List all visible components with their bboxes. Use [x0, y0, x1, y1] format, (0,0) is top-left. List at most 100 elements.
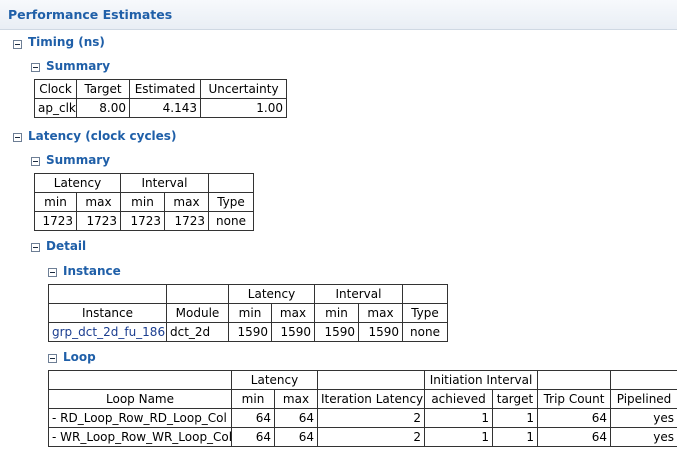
table-cell: 64 [537, 408, 612, 428]
table-group-header-row: Latency Interval [48, 284, 448, 304]
col-header: Target [76, 79, 130, 99]
collapse-timing-summary-icon[interactable] [31, 63, 40, 72]
empty-cell [537, 370, 612, 390]
table-cell: 4.143 [129, 98, 201, 118]
col-header: Clock [34, 79, 77, 99]
empty-cell [166, 284, 229, 304]
group-header: Latency [231, 370, 318, 390]
col-header: max [76, 192, 121, 212]
table-cell: 1590 [314, 322, 359, 342]
timing-summary-title: Summary [46, 59, 111, 73]
table-row: - WR_Loop_Row_WR_Loop_Col 64 64 2 1 1 64… [48, 427, 677, 447]
col-header: min [314, 303, 359, 323]
col-header: target [491, 389, 539, 409]
table-cell: 1723 [164, 211, 209, 231]
table-cell: 1590 [271, 322, 315, 342]
table-cell: 1 [491, 427, 539, 447]
table-cell: none [402, 322, 448, 342]
table-cell: 1590 [358, 322, 403, 342]
latency-summary-table: Latency Interval min max min max Type 17… [34, 173, 254, 231]
loop-title: Loop [63, 350, 96, 364]
col-header: Module [166, 303, 229, 323]
table-header-row: Clock Target Estimated Uncertainty [34, 79, 287, 99]
latency-section-title: Latency (clock cycles) [28, 129, 177, 143]
table-header-row: Loop Name min max Iteration Latency achi… [48, 389, 677, 409]
timing-summary-table: Clock Target Estimated Uncertainty ap_cl… [34, 79, 287, 118]
group-header: Latency [228, 284, 315, 304]
collapse-timing-icon[interactable] [13, 40, 22, 49]
table-row: 1723 1723 1723 1723 none [34, 211, 254, 231]
col-header: Instance [48, 303, 167, 323]
table-cell: 64 [537, 427, 612, 447]
collapse-loop-icon[interactable] [48, 354, 57, 363]
table-header-row: Instance Module min max min max Type [48, 303, 448, 323]
col-header: Trip Count [537, 389, 612, 409]
table-group-header-row: Latency Initiation Interval [48, 370, 677, 390]
latency-summary-title: Summary [46, 153, 111, 167]
table-cell: 2 [317, 427, 425, 447]
table-cell: 64 [231, 427, 275, 447]
table-cell: 1 [424, 427, 493, 447]
table-cell: 2 [317, 408, 425, 428]
empty-cell [48, 370, 232, 390]
col-header: Uncertainty [200, 79, 287, 99]
table-row: grp_dct_2d_fu_186 dct_2d 1590 1590 1590 … [48, 322, 448, 342]
table-cell: dct_2d [166, 322, 229, 342]
table-cell: none [208, 211, 254, 231]
table-row: ap_clk 8.00 4.143 1.00 [34, 98, 287, 118]
table-cell: 64 [274, 408, 318, 428]
collapse-latency-icon[interactable] [13, 133, 22, 142]
table-group-header-row: Latency Interval [34, 173, 254, 193]
instance-title: Instance [63, 264, 121, 278]
col-header: Pipelined [610, 389, 677, 409]
collapse-instance-icon[interactable] [48, 268, 57, 277]
col-header: max [274, 389, 318, 409]
table-cell: 1723 [120, 211, 165, 231]
table-cell: 1723 [76, 211, 121, 231]
empty-cell [208, 173, 254, 193]
empty-cell [48, 284, 167, 304]
col-header: Type [402, 303, 448, 323]
col-header: min [34, 192, 77, 212]
col-header: max [271, 303, 315, 323]
table-cell: 8.00 [76, 98, 130, 118]
timing-section-title: Timing (ns) [28, 35, 105, 49]
loop-name-cell: - WR_Loop_Row_WR_Loop_Col [48, 427, 232, 447]
table-cell: yes [610, 427, 677, 447]
col-header: max [358, 303, 403, 323]
table-cell: 64 [231, 408, 275, 428]
table-cell: 1 [424, 408, 493, 428]
col-header: Estimated [129, 79, 201, 99]
collapse-latency-summary-icon[interactable] [31, 157, 40, 166]
collapse-detail-icon[interactable] [31, 243, 40, 252]
table-cell: yes [610, 408, 677, 428]
loop-table: Latency Initiation Interval Loop Name mi… [48, 370, 677, 447]
group-header: Initiation Interval [423, 370, 539, 390]
instance-table: Latency Interval Instance Module min max… [48, 284, 448, 342]
col-header: Type [208, 192, 254, 212]
table-cell: 1 [491, 408, 539, 428]
table-cell: 1590 [228, 322, 272, 342]
table-cell: 1.00 [200, 98, 287, 118]
empty-cell [610, 370, 677, 390]
detail-title: Detail [46, 239, 87, 253]
report-header: Performance Estimates [0, 0, 677, 30]
loop-name-cell: - RD_Loop_Row_RD_Loop_Col [48, 408, 232, 428]
col-header: min [120, 192, 165, 212]
col-header: min [231, 389, 275, 409]
table-cell: 64 [274, 427, 318, 447]
empty-cell [317, 370, 425, 390]
empty-cell [402, 284, 448, 304]
table-cell: ap_clk [34, 98, 77, 118]
col-header: Iteration Latency [317, 389, 425, 409]
col-header: Loop Name [48, 389, 232, 409]
table-header-row: min max min max Type [34, 192, 254, 212]
instance-link[interactable]: grp_dct_2d_fu_186 [48, 322, 167, 342]
group-header: Interval [314, 284, 403, 304]
table-row: - RD_Loop_Row_RD_Loop_Col 64 64 2 1 1 64… [48, 408, 677, 428]
table-cell: 1723 [34, 211, 77, 231]
group-header: Interval [120, 173, 209, 193]
group-header: Latency [34, 173, 121, 193]
col-header: achieved [424, 389, 493, 409]
col-header: min [228, 303, 272, 323]
